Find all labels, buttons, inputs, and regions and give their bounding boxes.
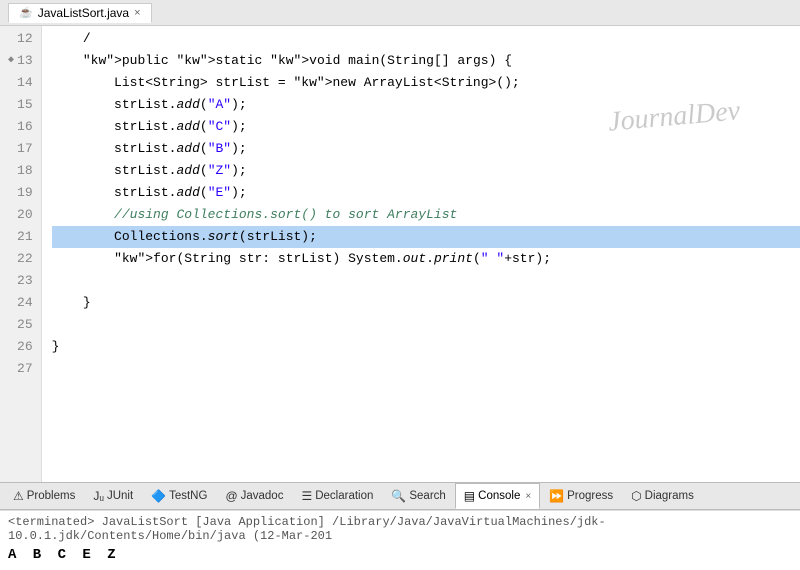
code-line: }: [52, 292, 800, 314]
line-number: 20: [8, 204, 33, 226]
line-number: 24: [8, 292, 33, 314]
tab-console[interactable]: ▤Console ×: [455, 483, 540, 509]
junit-label: JUnit: [107, 490, 133, 502]
code-line-text: strList.add("C");: [52, 116, 247, 138]
line-number: 14: [8, 72, 33, 94]
progress-icon: ⏩: [549, 489, 564, 503]
code-line-text: "kw">public "kw">static "kw">void main(S…: [52, 50, 512, 72]
editor-tab[interactable]: ☕ JavaListSort.java ×: [8, 3, 152, 23]
code-line: }: [52, 336, 800, 358]
code-editor: 12◆131415161718192021222324252627 Journa…: [0, 26, 800, 482]
line-number: 15: [8, 94, 33, 116]
tab-label: JavaListSort.java: [38, 6, 129, 20]
code-line: //using Collections.sort() to sort Array…: [52, 204, 800, 226]
code-line-text: strList.add("A");: [52, 94, 247, 116]
code-line: [52, 314, 800, 336]
tab-problems[interactable]: ⚠Problems: [4, 483, 84, 509]
junit-icon: Jᵤ: [93, 489, 104, 503]
line-number: 19: [8, 182, 33, 204]
line-number: 27: [8, 358, 33, 380]
line-number: 26: [8, 336, 33, 358]
code-content[interactable]: JournalDev / "kw">public "kw">static "kw…: [42, 26, 800, 482]
line-number: 17: [8, 138, 33, 160]
breakpoint-arrow-icon: ◆: [8, 50, 14, 72]
declaration-label: Declaration: [315, 490, 373, 502]
code-line-text: strList.add("E");: [52, 182, 247, 204]
tab-search[interactable]: 🔍Search: [382, 483, 454, 509]
tab-declaration[interactable]: ☰Declaration: [292, 483, 382, 509]
console-area: <terminated> JavaListSort [Java Applicat…: [0, 510, 800, 570]
code-line-text: strList.add("Z");: [52, 160, 247, 182]
line-number: 25: [8, 314, 33, 336]
search-label: Search: [409, 490, 445, 502]
console-terminated-line: <terminated> JavaListSort [Java Applicat…: [8, 515, 792, 543]
bottom-tab-bar: ⚠ProblemsJᵤJUnit🔷TestNG@Javadoc☰Declarat…: [0, 482, 800, 510]
diagrams-icon: ⬡: [631, 489, 641, 503]
line-number: 21: [8, 226, 33, 248]
search-icon: 🔍: [391, 489, 406, 503]
progress-label: Progress: [567, 490, 613, 502]
code-line: List<String> strList = "kw">new ArrayLis…: [52, 72, 800, 94]
console-output: A B C E Z: [8, 547, 792, 563]
line-number: 22: [8, 248, 33, 270]
code-line: strList.add("B");: [52, 138, 800, 160]
line-numbers: 12◆131415161718192021222324252627: [0, 26, 42, 482]
tab-file-icon: ☕: [19, 6, 33, 19]
code-line-text: }: [52, 336, 60, 358]
code-line: strList.add("A");: [52, 94, 800, 116]
code-line: Collections.sort(strList);: [52, 226, 800, 248]
code-line: strList.add("C");: [52, 116, 800, 138]
console-label: Console: [478, 490, 520, 502]
problems-icon: ⚠: [13, 489, 24, 503]
tab-diagrams[interactable]: ⬡ Diagrams: [622, 483, 703, 509]
line-number: ◆13: [8, 50, 33, 72]
line-number: 18: [8, 160, 33, 182]
code-line-text: strList.add("B");: [52, 138, 247, 160]
code-line-text: /: [52, 28, 91, 50]
tab-testng[interactable]: 🔷TestNG: [142, 483, 216, 509]
code-line-text: Collections.sort(strList);: [52, 226, 317, 248]
problems-label: Problems: [27, 490, 76, 502]
code-line-text: "kw">for(String str: strList) System.out…: [52, 248, 551, 270]
code-line-text: List<String> strList = "kw">new ArrayLis…: [52, 72, 520, 94]
tab-progress[interactable]: ⏩Progress: [540, 483, 622, 509]
code-line: strList.add("E");: [52, 182, 800, 204]
line-number: 23: [8, 270, 33, 292]
console-icon: ▤: [464, 489, 475, 503]
testng-icon: 🔷: [151, 489, 166, 503]
javadoc-icon: @: [225, 489, 237, 503]
code-line-text: }: [52, 292, 91, 314]
code-line: [52, 358, 800, 380]
code-line: /: [52, 28, 800, 50]
code-area: 12◆131415161718192021222324252627 Journa…: [0, 26, 800, 482]
tab-javadoc[interactable]: @ Javadoc: [216, 483, 292, 509]
diagrams-label: Diagrams: [645, 490, 694, 502]
testng-label: TestNG: [169, 490, 207, 502]
code-line-text: //using Collections.sort() to sort Array…: [52, 204, 458, 226]
tab-junit[interactable]: JᵤJUnit: [84, 483, 142, 509]
code-line: "kw">for(String str: strList) System.out…: [52, 248, 800, 270]
declaration-icon: ☰: [301, 489, 312, 503]
code-line: [52, 270, 800, 292]
console-close-icon[interactable]: ×: [525, 491, 531, 502]
title-bar: ☕ JavaListSort.java ×: [0, 0, 800, 26]
tab-close-icon[interactable]: ×: [134, 7, 140, 19]
code-line: strList.add("Z");: [52, 160, 800, 182]
line-number: 12: [8, 28, 33, 50]
javadoc-label: Javadoc: [241, 490, 284, 502]
code-line: "kw">public "kw">static "kw">void main(S…: [52, 50, 800, 72]
line-number: 16: [8, 116, 33, 138]
